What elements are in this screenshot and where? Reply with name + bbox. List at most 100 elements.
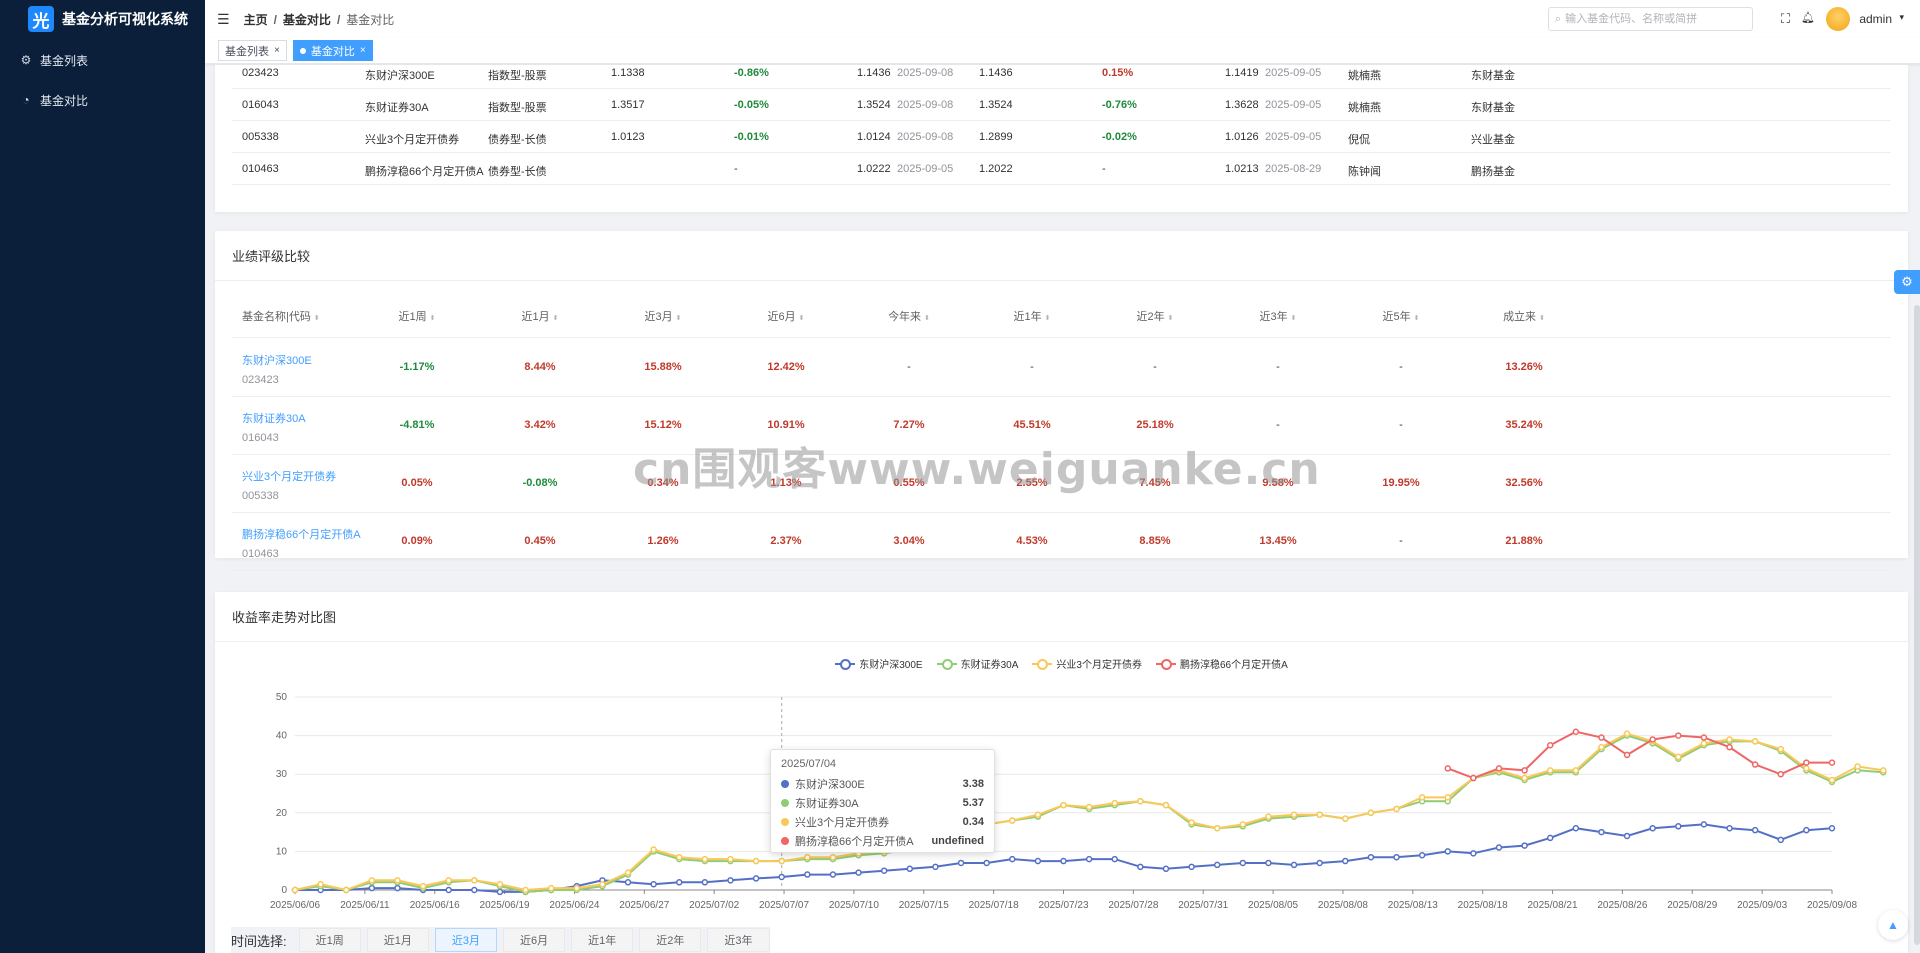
data-point[interactable] (1188, 819, 1195, 826)
data-point[interactable] (727, 877, 734, 884)
data-point[interactable] (1777, 770, 1785, 778)
data-point[interactable] (778, 873, 785, 881)
data-point[interactable] (1367, 853, 1375, 861)
fund-name-link[interactable]: 鹏扬淳稳66个月定开债A (242, 526, 361, 542)
data-point[interactable] (1495, 765, 1503, 772)
data-point[interactable] (496, 880, 504, 888)
data-point[interactable] (317, 880, 324, 888)
data-point[interactable] (1342, 857, 1349, 865)
data-point[interactable] (1623, 730, 1631, 737)
data-point[interactable] (1418, 852, 1426, 859)
data-point[interactable] (1803, 759, 1810, 766)
data-point[interactable] (1060, 857, 1067, 865)
sort-icon[interactable]: ⬍ (1414, 315, 1420, 322)
data-point[interactable] (1803, 826, 1810, 834)
data-point[interactable] (1521, 767, 1528, 774)
sort-icon[interactable]: ⬍ (799, 315, 805, 322)
data-point[interactable] (1290, 861, 1298, 869)
data-point[interactable] (1828, 776, 1836, 784)
data-point[interactable] (522, 886, 529, 894)
data-point[interactable] (1726, 736, 1733, 743)
time-option-button[interactable]: 近1年 (571, 928, 634, 952)
data-point[interactable] (1726, 743, 1733, 751)
data-point[interactable] (1700, 821, 1708, 828)
fund-name-link[interactable]: 东财沪深300E (242, 352, 312, 368)
data-point[interactable] (1803, 765, 1810, 772)
data-point[interactable] (983, 859, 990, 867)
data-point[interactable] (547, 884, 555, 892)
data-point[interactable] (1342, 815, 1349, 822)
data-point[interactable] (1239, 821, 1247, 828)
time-option-button[interactable]: 近6月 (503, 928, 566, 952)
time-option-button[interactable]: 近3月 (434, 928, 497, 952)
data-point[interactable] (496, 888, 504, 896)
data-point[interactable] (1444, 794, 1451, 801)
data-point[interactable] (1675, 753, 1682, 761)
data-point[interactable] (1700, 740, 1708, 747)
data-point[interactable] (1418, 794, 1426, 801)
scrollbar[interactable] (1914, 305, 1920, 945)
data-point[interactable] (1137, 797, 1144, 805)
data-point[interactable] (471, 886, 478, 894)
breadcrumb-home[interactable]: 主页 (244, 13, 268, 27)
data-point[interactable] (829, 871, 837, 878)
data-point[interactable] (1521, 842, 1528, 849)
data-point[interactable] (1495, 844, 1503, 851)
data-point[interactable] (394, 877, 401, 884)
close-icon[interactable]: × (360, 45, 366, 56)
sort-icon[interactable]: ⬍ (1291, 315, 1297, 322)
tag-fund-compare[interactable]: 基金对比 × (292, 40, 373, 61)
data-point[interactable] (804, 871, 811, 878)
tag-fund-list[interactable]: 基金列表 × (218, 40, 287, 61)
data-point[interactable] (701, 879, 709, 886)
data-point[interactable] (1188, 863, 1195, 871)
data-point[interactable] (1751, 826, 1759, 834)
data-point[interactable] (1828, 824, 1836, 832)
data-point[interactable] (1444, 765, 1451, 772)
data-point[interactable] (1060, 801, 1067, 809)
data-point[interactable] (676, 879, 683, 886)
chevron-down-icon[interactable]: ▾ (1899, 12, 1904, 23)
sort-icon[interactable]: ⬍ (676, 315, 682, 322)
data-point[interactable] (368, 884, 376, 892)
data-point[interactable] (1572, 728, 1580, 735)
data-point[interactable] (1726, 824, 1733, 832)
data-point[interactable] (1470, 774, 1477, 782)
data-point[interactable] (1700, 734, 1708, 741)
data-point[interactable] (471, 877, 478, 884)
hamburger-icon[interactable]: ☰ (217, 11, 230, 28)
sidebar-item-fund-compare[interactable]: ◔ 基金对比 (0, 78, 205, 122)
fullscreen-icon[interactable]: ⛶ (1781, 11, 1790, 27)
time-option-button[interactable]: 近1月 (366, 928, 429, 952)
data-point[interactable] (701, 855, 709, 863)
data-point[interactable] (573, 884, 581, 892)
data-point[interactable] (342, 886, 350, 894)
data-point[interactable] (1675, 732, 1682, 739)
sort-icon[interactable]: ⬍ (924, 315, 930, 322)
data-point[interactable] (1034, 811, 1042, 818)
data-point[interactable] (1598, 743, 1605, 751)
sort-icon[interactable]: ⬍ (1539, 315, 1545, 322)
data-point[interactable] (1316, 859, 1323, 867)
column-header[interactable]: 近1周 ⬍ (399, 296, 436, 338)
data-point[interactable] (1444, 848, 1451, 855)
data-point[interactable] (1111, 855, 1118, 863)
data-point[interactable] (1213, 861, 1221, 869)
data-point[interactable] (1854, 763, 1861, 770)
data-point[interactable] (1265, 859, 1272, 867)
data-point[interactable] (1828, 759, 1836, 766)
time-option-button[interactable]: 近1周 (298, 928, 361, 952)
data-point[interactable] (1623, 832, 1631, 840)
data-point[interactable] (676, 853, 683, 861)
data-point[interactable] (1598, 734, 1605, 741)
breadcrumb-compare[interactable]: 基金对比 (283, 13, 331, 27)
data-point[interactable] (932, 863, 939, 871)
data-point[interactable] (1751, 738, 1759, 745)
data-point[interactable] (1009, 855, 1016, 863)
data-point[interactable] (624, 879, 632, 886)
column-header[interactable]: 近1月 ⬍ (522, 296, 559, 338)
column-header[interactable]: 近2年 ⬍ (1137, 296, 1174, 338)
data-point[interactable] (829, 853, 837, 861)
data-point[interactable] (1649, 736, 1656, 743)
data-point[interactable] (1162, 801, 1170, 809)
